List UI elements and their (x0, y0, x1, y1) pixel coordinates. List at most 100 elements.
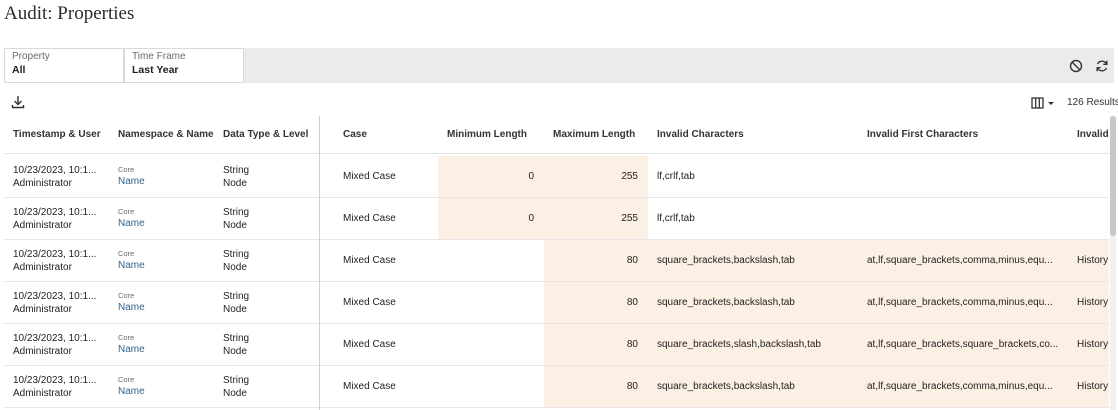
cell-min-length (438, 282, 544, 323)
cell-invalid-characters: square_brackets,backslash,tab (648, 366, 858, 407)
cell-timestamp-user: 10/23/2023, 10:1... Administrator (4, 156, 109, 197)
cell-case: Mixed Case (334, 324, 438, 365)
cell-max-length: 80 (544, 366, 648, 407)
audit-table: Timestamp & User Namespace & Name Data T… (4, 116, 1109, 410)
cell-timestamp-user: 10/23/2023, 10:1... Administrator (4, 324, 109, 365)
invalid-characters-value: square_brackets,backslash,tab (657, 255, 795, 266)
property-name-link[interactable]: Name (118, 259, 214, 272)
level: Node (223, 345, 247, 357)
col-max-length[interactable]: Maximum Length (544, 116, 648, 154)
case-value: Mixed Case (343, 339, 396, 350)
max-length-value: 255 (621, 171, 638, 182)
table-row[interactable]: 10/23/2023, 10:1... Administrator Core Name… (4, 198, 1109, 240)
invalid-last-value: History (1077, 339, 1109, 350)
cell-invalid-first-characters: at,lf,square_brackets,comma,minus,equ... (858, 366, 1068, 407)
ban-icon[interactable] (1068, 58, 1084, 74)
invalid-first-characters-value: at,lf,square_brackets,comma,minus,equ... (867, 381, 1053, 392)
min-length-value: 0 (528, 171, 534, 182)
columns-icon (1031, 97, 1054, 109)
cell-invalid-characters: square_brackets,slash,backslash,tab (648, 324, 858, 365)
user: Administrator (13, 387, 72, 399)
col-timestamp-user[interactable]: Timestamp & User (4, 116, 109, 154)
col-data-type-level[interactable]: Data Type & Level (214, 116, 319, 154)
cell-invalid-last: History (1068, 324, 1109, 365)
download-icon[interactable] (10, 94, 26, 110)
cell-invalid-first-characters: at,lf,square_brackets,square_brackets,co… (858, 324, 1068, 365)
max-length-value: 80 (626, 255, 638, 266)
col-namespace-name[interactable]: Namespace & Name (109, 116, 214, 154)
timestamp: 10/23/2023, 10:1... (13, 206, 97, 218)
property-name-link[interactable]: Name (118, 385, 214, 398)
min-length-value: 0 (528, 213, 534, 224)
data-type: String (223, 374, 250, 386)
filter-property[interactable]: Property All (4, 48, 124, 83)
table-row[interactable]: 10/23/2023, 10:1... Administrator Core Name… (4, 366, 1109, 408)
cell-invalid-first-characters (858, 156, 1068, 197)
cell-max-length: 80 (544, 282, 648, 323)
columns-button[interactable] (1030, 95, 1060, 111)
scroll-thumb[interactable] (1110, 116, 1116, 236)
cell-data-type-level: String Node (214, 366, 319, 407)
cell-timestamp-user: 10/23/2023, 10:1... Administrator (4, 282, 109, 323)
cell-data-type-level: String Node (214, 282, 319, 323)
table-header: Timestamp & User Namespace & Name Data T… (4, 116, 1109, 154)
max-length-value: 255 (621, 213, 638, 224)
case-value: Mixed Case (343, 255, 396, 266)
table-row[interactable]: 10/23/2023, 10:1... Administrator Core Name… (4, 156, 1109, 198)
level: Node (223, 303, 247, 315)
cell-invalid-first-characters: at,lf,square_brackets,comma,minus,equ... (858, 240, 1068, 281)
results-count: 126 Results (1067, 97, 1118, 108)
level: Node (223, 219, 247, 231)
table-row[interactable]: 10/23/2023, 10:1... Administrator Core Name… (4, 282, 1109, 324)
invalid-last-value: History (1077, 255, 1109, 266)
cell-min-length: 0 (438, 198, 544, 239)
user: Administrator (13, 303, 72, 315)
col-invalid-last[interactable]: Invalid (1068, 116, 1109, 154)
cell-timestamp-user: 10/23/2023, 10:1... Administrator (4, 240, 109, 281)
namespace: Core (118, 333, 135, 342)
cell-invalid-characters: square_brackets,backslash,tab (648, 240, 858, 281)
invalid-last-value: History (1077, 297, 1109, 308)
invalid-last-value: History (1077, 381, 1109, 392)
timestamp: 10/23/2023, 10:1... (13, 374, 97, 386)
col-invalid-characters[interactable]: Invalid Characters (648, 116, 858, 154)
timestamp: 10/23/2023, 10:1... (13, 164, 97, 176)
frozen-column-divider (319, 116, 320, 410)
cell-namespace-name: Core Name (109, 282, 214, 323)
filter-time-frame[interactable]: Time Frame Last Year (124, 48, 244, 83)
filter-time-frame-value: Last Year (132, 64, 179, 76)
user: Administrator (13, 261, 72, 273)
filter-time-frame-label: Time Frame (132, 51, 186, 62)
table-row[interactable]: 10/23/2023, 10:1... Administrator Core Name… (4, 324, 1109, 366)
case-value: Mixed Case (343, 171, 396, 182)
namespace: Core (118, 249, 135, 258)
table-row[interactable]: 10/23/2023, 10:1... Administrator Core Name… (4, 240, 1109, 282)
col-case[interactable]: Case (334, 116, 438, 154)
refresh-icon[interactable] (1094, 58, 1110, 74)
data-type: String (223, 290, 250, 302)
filter-property-label: Property (12, 51, 50, 62)
invalid-characters-value: square_brackets,backslash,tab (657, 297, 795, 308)
cell-invalid-last: History (1068, 282, 1109, 323)
cell-max-length: 255 (544, 156, 648, 197)
col-min-length[interactable]: Minimum Length (438, 116, 544, 154)
cell-case: Mixed Case (334, 366, 438, 407)
cell-invalid-characters: square_brackets,backslash,tab (648, 282, 858, 323)
filter-property-value: All (12, 64, 26, 76)
cell-max-length: 80 (544, 240, 648, 281)
namespace: Core (118, 375, 135, 384)
invalid-first-characters-value: at,lf,square_brackets,square_brackets,co… (867, 339, 1059, 350)
max-length-value: 80 (626, 297, 638, 308)
property-name-link[interactable]: Name (118, 343, 214, 356)
max-length-value: 80 (626, 381, 638, 392)
col-invalid-first-characters[interactable]: Invalid First Characters (858, 116, 1068, 154)
property-name-link[interactable]: Name (118, 217, 214, 230)
cell-namespace-name: Core Name (109, 240, 214, 281)
cell-timestamp-user: 10/23/2023, 10:1... Administrator (4, 366, 109, 407)
property-name-link[interactable]: Name (118, 175, 214, 188)
level: Node (223, 387, 247, 399)
invalid-characters-value: lf,crlf,tab (657, 171, 695, 182)
user: Administrator (13, 345, 72, 357)
property-name-link[interactable]: Name (118, 301, 214, 314)
vertical-scrollbar[interactable] (1110, 116, 1116, 410)
